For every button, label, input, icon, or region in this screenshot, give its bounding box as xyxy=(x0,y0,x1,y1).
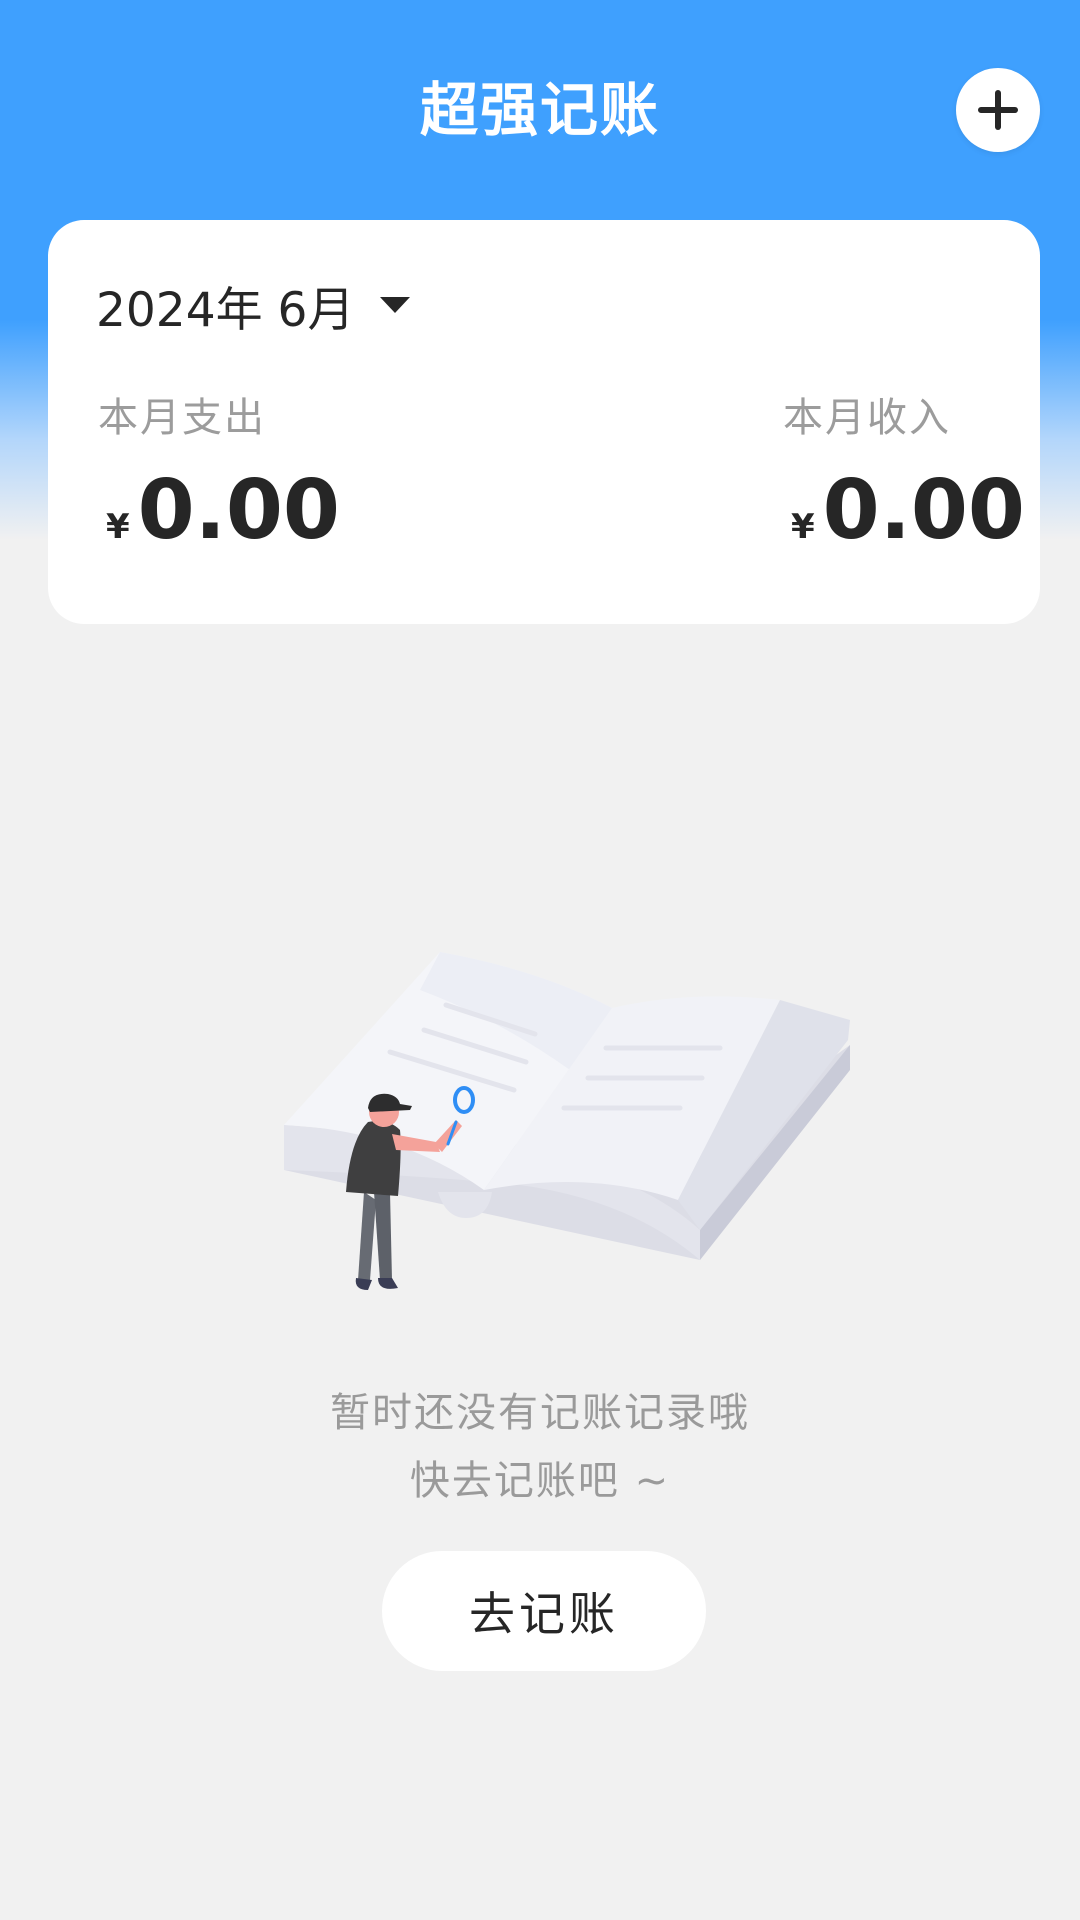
month-label: 2024年 6月 xyxy=(96,282,355,338)
empty-message-line1: 暂时还没有记账记录哦 xyxy=(330,1390,750,1436)
income-amount: 0.00 xyxy=(822,463,1025,558)
income-label: 本月收入 xyxy=(783,395,951,441)
empty-state-illustration xyxy=(284,952,850,1290)
income-summary: 本月收入 ¥ 0.00 xyxy=(783,390,1025,556)
expense-summary: 本月支出 ¥ 0.00 xyxy=(98,390,340,556)
expense-label: 本月支出 xyxy=(98,395,266,441)
go-record-button[interactable]: 去记账 xyxy=(382,1551,706,1671)
income-currency: ¥ xyxy=(791,507,815,547)
monthly-summary-card: 2024年 6月 本月支出 ¥ 0.00 本月收入 ¥ 0.00 xyxy=(48,220,1040,624)
expense-amount: 0.00 xyxy=(137,463,340,558)
month-picker[interactable]: 2024年 6月 xyxy=(96,270,411,340)
app-title: 超强记账 xyxy=(419,76,660,144)
plus-icon xyxy=(978,90,1018,130)
caret-down-icon xyxy=(380,297,411,313)
empty-message-line2: 快去记账吧 ~ xyxy=(409,1458,671,1504)
expense-currency: ¥ xyxy=(106,507,130,547)
add-record-button[interactable] xyxy=(956,68,1040,152)
